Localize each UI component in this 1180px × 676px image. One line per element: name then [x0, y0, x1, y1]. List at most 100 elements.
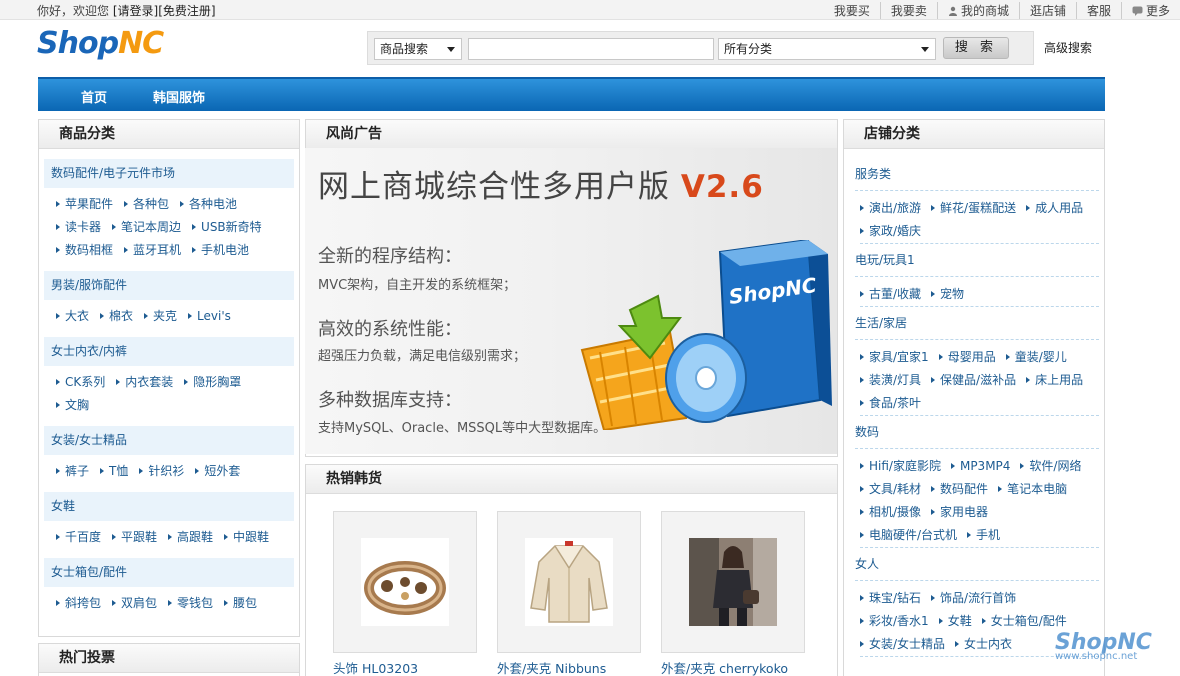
store-category-link[interactable]: 女士箱包/配件: [981, 609, 1067, 632]
store-category-link[interactable]: 家用电器: [931, 500, 988, 523]
store-category-link[interactable]: MP3MP4: [950, 454, 1010, 477]
category-link[interactable]: 高跟鞋: [168, 525, 213, 548]
category-link[interactable]: 手机电池: [192, 238, 249, 261]
store-category-link[interactable]: 古董/收藏: [860, 282, 921, 305]
store-category-link-label: 宠物: [940, 287, 965, 301]
category-title[interactable]: 男装/服饰配件: [44, 271, 294, 300]
search-type-select[interactable]: 商品搜索: [374, 38, 462, 60]
search-input[interactable]: [468, 38, 714, 60]
store-category-link[interactable]: 饰品/流行首饰: [931, 586, 1016, 609]
category-link[interactable]: 大衣: [56, 304, 89, 327]
nav-korean-fashion[interactable]: 韩国服饰: [153, 87, 205, 106]
store-category-link[interactable]: 演出/旅游: [860, 196, 921, 219]
category-link[interactable]: 笔记本周边: [112, 215, 181, 238]
store-category-link[interactable]: 女士内衣: [955, 632, 1012, 655]
triangle-bullet-icon: [224, 533, 229, 540]
category-link[interactable]: 各种电池: [180, 192, 237, 215]
store-group-title[interactable]: 电玩/玩具1: [855, 244, 1099, 277]
category-link[interactable]: 腰包: [224, 591, 257, 614]
store-category-link[interactable]: 家具/宜家1: [860, 345, 929, 368]
top-link-more[interactable]: 更多: [1120, 2, 1180, 19]
store-category-link[interactable]: 宠物: [931, 282, 964, 305]
store-group-items: Hifi/家庭影院 MP3MP4 软件/网络文具/耗材 数码配件 笔记本电脑相机/摄像 家…: [860, 454, 1099, 548]
store-category-link[interactable]: 成人用品: [1026, 196, 1083, 219]
store-category-link[interactable]: 相机/摄像: [860, 500, 921, 523]
category-link[interactable]: 隐形胸罩: [184, 370, 241, 393]
shopnc-watermark: ShopNC www.shopnc.net: [1055, 630, 1152, 662]
store-category-link[interactable]: 童装/婴儿: [1005, 345, 1067, 368]
store-category-link[interactable]: 女鞋: [938, 609, 972, 632]
category-link[interactable]: USB新奇特: [192, 215, 262, 238]
store-category-link[interactable]: 电脑硬件/台式机: [860, 523, 957, 546]
category-select[interactable]: 所有分类: [718, 38, 936, 60]
category-link[interactable]: 零钱包: [168, 591, 213, 614]
top-link-my-mall[interactable]: 我的商城: [936, 2, 1019, 19]
category-title[interactable]: 女士箱包/配件: [44, 558, 294, 587]
store-category-link[interactable]: 数码配件: [931, 477, 988, 500]
store-category-link[interactable]: 食品/茶叶: [860, 391, 921, 414]
store-category-link[interactable]: 女装/女士精品: [860, 632, 945, 655]
category-link[interactable]: 苹果配件: [56, 192, 113, 215]
nav-home[interactable]: 首页: [81, 87, 107, 106]
category-link[interactable]: 内衣套装: [116, 370, 173, 393]
store-category-link[interactable]: 彩妆/香水1: [860, 609, 929, 632]
category-link[interactable]: 各种包: [124, 192, 169, 215]
category-link[interactable]: 棉衣: [100, 304, 133, 327]
category-link[interactable]: 数码相框: [56, 238, 113, 261]
category-link[interactable]: 千百度: [56, 525, 101, 548]
store-category-link[interactable]: Hifi/家庭影院: [860, 454, 941, 477]
category-link[interactable]: T恤: [100, 459, 128, 482]
store-category-link[interactable]: 文具/耗材: [860, 477, 921, 500]
category-link[interactable]: 针织衫: [139, 459, 184, 482]
category-title[interactable]: 数码配件/电子元件市场: [44, 159, 294, 188]
store-category-link[interactable]: 珠宝/钻石: [860, 586, 921, 609]
store-category-link-label: 文具/耗材: [869, 482, 922, 496]
store-group-title[interactable]: 女人: [855, 548, 1099, 581]
category-title[interactable]: 女鞋: [44, 492, 294, 521]
category-link[interactable]: 夹克: [144, 304, 177, 327]
ad-banner[interactable]: 网上商城综合性多用户版 V2.6 全新的程序结构： MVC架构，自主开发的系统框…: [305, 148, 837, 454]
category-title[interactable]: 女装/女士精品: [44, 426, 294, 455]
category-link[interactable]: 平跟鞋: [112, 525, 157, 548]
category-title[interactable]: 女士内衣/内裤: [44, 337, 294, 366]
store-category-link[interactable]: 母婴用品: [938, 345, 996, 368]
product-card[interactable]: [333, 511, 477, 653]
store-category-link[interactable]: 床上用品: [1026, 368, 1083, 391]
product-label[interactable]: 头饰 HL03203: [333, 658, 418, 676]
login-link[interactable]: [请登录]: [113, 4, 158, 18]
store-category-link[interactable]: 软件/网络: [1020, 454, 1081, 477]
store-category-link[interactable]: 保健品/滋补品: [931, 368, 1016, 391]
top-link-service[interactable]: 客服: [1075, 2, 1121, 19]
category-link[interactable]: 裤子: [56, 459, 89, 482]
top-link-stores[interactable]: 逛店铺: [1018, 2, 1076, 19]
store-category-link[interactable]: 鲜花/蛋糕配送: [931, 196, 1016, 219]
category-link[interactable]: CK系列: [56, 370, 105, 393]
product-label[interactable]: 外套/夹克 cherrykoko: [661, 658, 788, 676]
product-card[interactable]: [497, 511, 641, 653]
register-link[interactable]: [免费注册]: [158, 4, 215, 18]
category-link[interactable]: 斜挎包: [56, 591, 101, 614]
category-link[interactable]: 蓝牙耳机: [124, 238, 181, 261]
top-link-buy[interactable]: 我要买: [824, 2, 880, 19]
store-category-link[interactable]: 笔记本电脑: [998, 477, 1067, 500]
product-label[interactable]: 外套/夹克 Nibbuns: [497, 658, 606, 676]
product-card[interactable]: [661, 511, 805, 653]
category-link[interactable]: 短外套: [195, 459, 240, 482]
top-link-sell[interactable]: 我要卖: [879, 2, 937, 19]
store-category-link[interactable]: 装潢/灯具: [860, 368, 921, 391]
store-group-title[interactable]: 服务类: [855, 158, 1099, 191]
category-link[interactable]: 双肩包: [112, 591, 157, 614]
category-link[interactable]: 中跟鞋: [224, 525, 269, 548]
store-category-link-label: 食品/茶叶: [869, 396, 922, 410]
search-button[interactable]: 搜 索: [943, 37, 1009, 59]
store-group-title[interactable]: 数码: [855, 416, 1099, 449]
advanced-search-link[interactable]: 高级搜索: [1044, 39, 1092, 56]
store-category-link[interactable]: 手机: [967, 523, 1000, 546]
shopnc-logo[interactable]: ShopNC: [37, 26, 164, 61]
category-link[interactable]: Levi's: [188, 304, 231, 327]
category-link[interactable]: 读卡器: [56, 215, 101, 238]
store-category-link[interactable]: 家政/婚庆: [860, 219, 921, 242]
category-link[interactable]: 文胸: [56, 393, 89, 416]
store-group-title[interactable]: 生活/家居: [855, 307, 1099, 340]
banner-headline-text: 网上商城综合性多用户版: [318, 169, 670, 205]
